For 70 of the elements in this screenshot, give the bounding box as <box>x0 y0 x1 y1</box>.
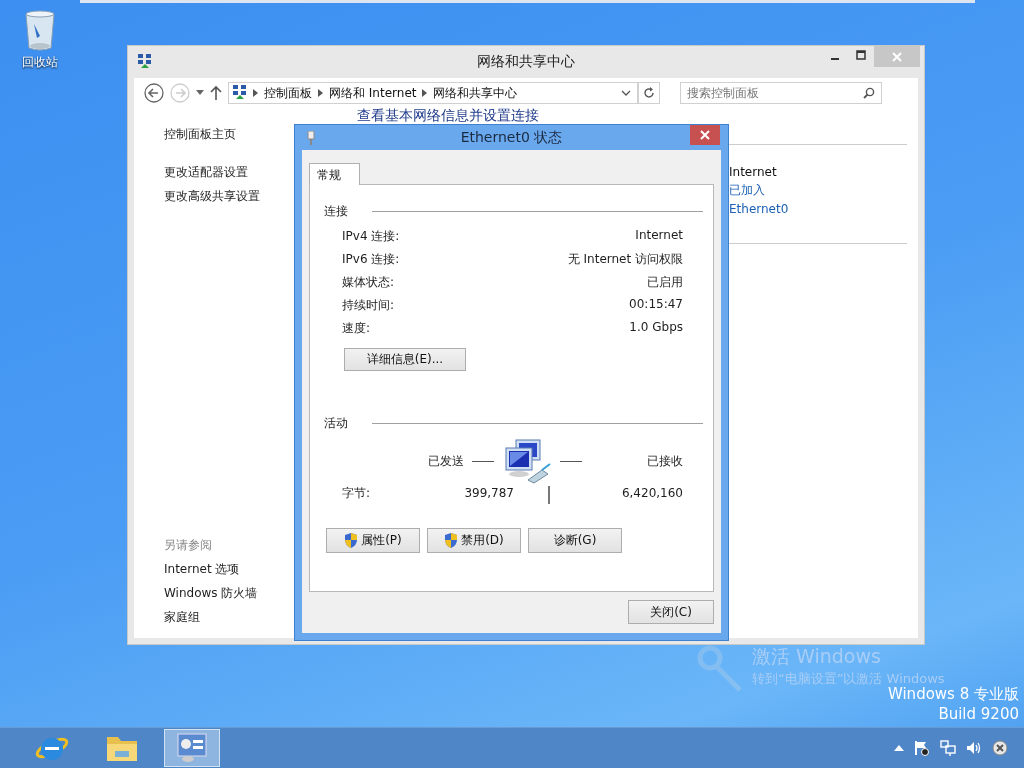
action-button[interactable]: 禁用(D) <box>427 528 521 553</box>
breadcrumb-item[interactable]: 网络和 Internet <box>329 84 417 102</box>
control-panel-button[interactable] <box>164 729 220 767</box>
address-bar[interactable]: 控制面板 网络和 Internet 网络和共享中心 <box>228 82 638 104</box>
field-label: IPv4 连接: <box>342 228 400 245</box>
search-field[interactable]: 搜索控制面板 <box>680 82 882 104</box>
sidebar-link[interactable]: 更改适配器设置 <box>164 164 248 181</box>
window-title: 网络和共享中心 <box>477 53 575 71</box>
sidebar-link[interactable]: 家庭组 <box>164 609 200 626</box>
network-icon[interactable] <box>940 740 956 756</box>
caret-icon[interactable] <box>894 745 904 751</box>
chevron-icon <box>253 89 258 97</box>
field-label: 持续时间: <box>342 297 395 314</box>
bytes-label: 字节: <box>342 484 372 502</box>
close-icon <box>892 51 902 62</box>
field-value: 无 Internet 访问权限 <box>567 251 683 268</box>
network-link[interactable]: Ethernet0 <box>729 202 789 216</box>
computers-icon <box>502 438 552 484</box>
field-value: Internet <box>635 228 683 244</box>
sent-bytes: 399,787 <box>463 486 514 500</box>
flag-icon[interactable] <box>914 740 930 756</box>
action-button[interactable]: 属性(P) <box>326 528 420 553</box>
network-icon <box>233 85 247 101</box>
error-icon[interactable] <box>992 740 1008 756</box>
sidebar-link[interactable]: 更改高级共享设置 <box>164 188 260 205</box>
sent-label: 已发送 <box>428 452 464 470</box>
recycle-bin-icon[interactable] <box>22 8 58 52</box>
network-icon <box>138 54 152 70</box>
field-label: IPv6 连接: <box>342 251 400 268</box>
see-also-heading: 另请参阅 <box>164 537 212 554</box>
group-heading: 连接 <box>324 203 348 220</box>
chevron-icon <box>422 89 428 97</box>
sidebar-link[interactable]: Internet 选项 <box>164 561 240 578</box>
dialog-title: Ethernet0 状态 <box>460 128 563 147</box>
speaker-icon[interactable] <box>966 740 982 756</box>
sidebar-link[interactable]: Windows 防火墙 <box>164 585 258 602</box>
search-icon[interactable] <box>863 87 875 99</box>
control-panel-icon <box>176 732 208 764</box>
edition-text: Build 9200 <box>938 705 1019 723</box>
network-link[interactable]: 已加入 <box>729 182 765 199</box>
field-value: 1.0 Gbps <box>629 320 683 336</box>
breadcrumb-item[interactable]: 网络和共享中心 <box>433 84 518 102</box>
sidebar-link[interactable]: 控制面板主页 <box>164 126 236 143</box>
refresh-button[interactable] <box>638 82 660 104</box>
dropdown-caret-icon[interactable] <box>196 90 204 96</box>
close-button[interactable] <box>690 125 720 145</box>
chevron-icon <box>318 89 323 97</box>
received-label: 已接收 <box>647 452 683 470</box>
field-label: 速度: <box>342 320 371 337</box>
page-heading: 查看基本网络信息并设置连接 <box>357 108 539 123</box>
activation-hint: 转到“电脑设置”以激活 Windows <box>752 670 945 687</box>
close-icon <box>700 130 710 140</box>
group-heading: 活动 <box>324 415 348 432</box>
refresh-icon <box>643 87 655 99</box>
field-value: 已启用 <box>647 274 683 291</box>
close-dialog-button[interactable]: 关闭(C) <box>628 600 714 624</box>
back-icon[interactable] <box>144 83 164 103</box>
activation-title: 激活 Windows <box>752 644 882 669</box>
field-label: 媒体状态: <box>342 274 395 291</box>
network-info-text: Internet <box>729 165 777 179</box>
edition-text: Windows 8 专业版 <box>887 685 1019 704</box>
details-button[interactable]: 详细信息(E)... <box>344 348 466 371</box>
field-value: 00:15:47 <box>629 297 683 313</box>
dropdown-caret-icon[interactable] <box>621 90 631 96</box>
breadcrumb-item[interactable]: 控制面板 <box>264 84 312 102</box>
action-button[interactable]: 诊断(G) <box>528 528 622 553</box>
network-cable-icon <box>307 130 315 145</box>
up-arrow-icon[interactable] <box>210 85 222 101</box>
tab[interactable]: 常规 <box>309 163 360 185</box>
received-bytes: 6,420,160 <box>621 486 683 500</box>
